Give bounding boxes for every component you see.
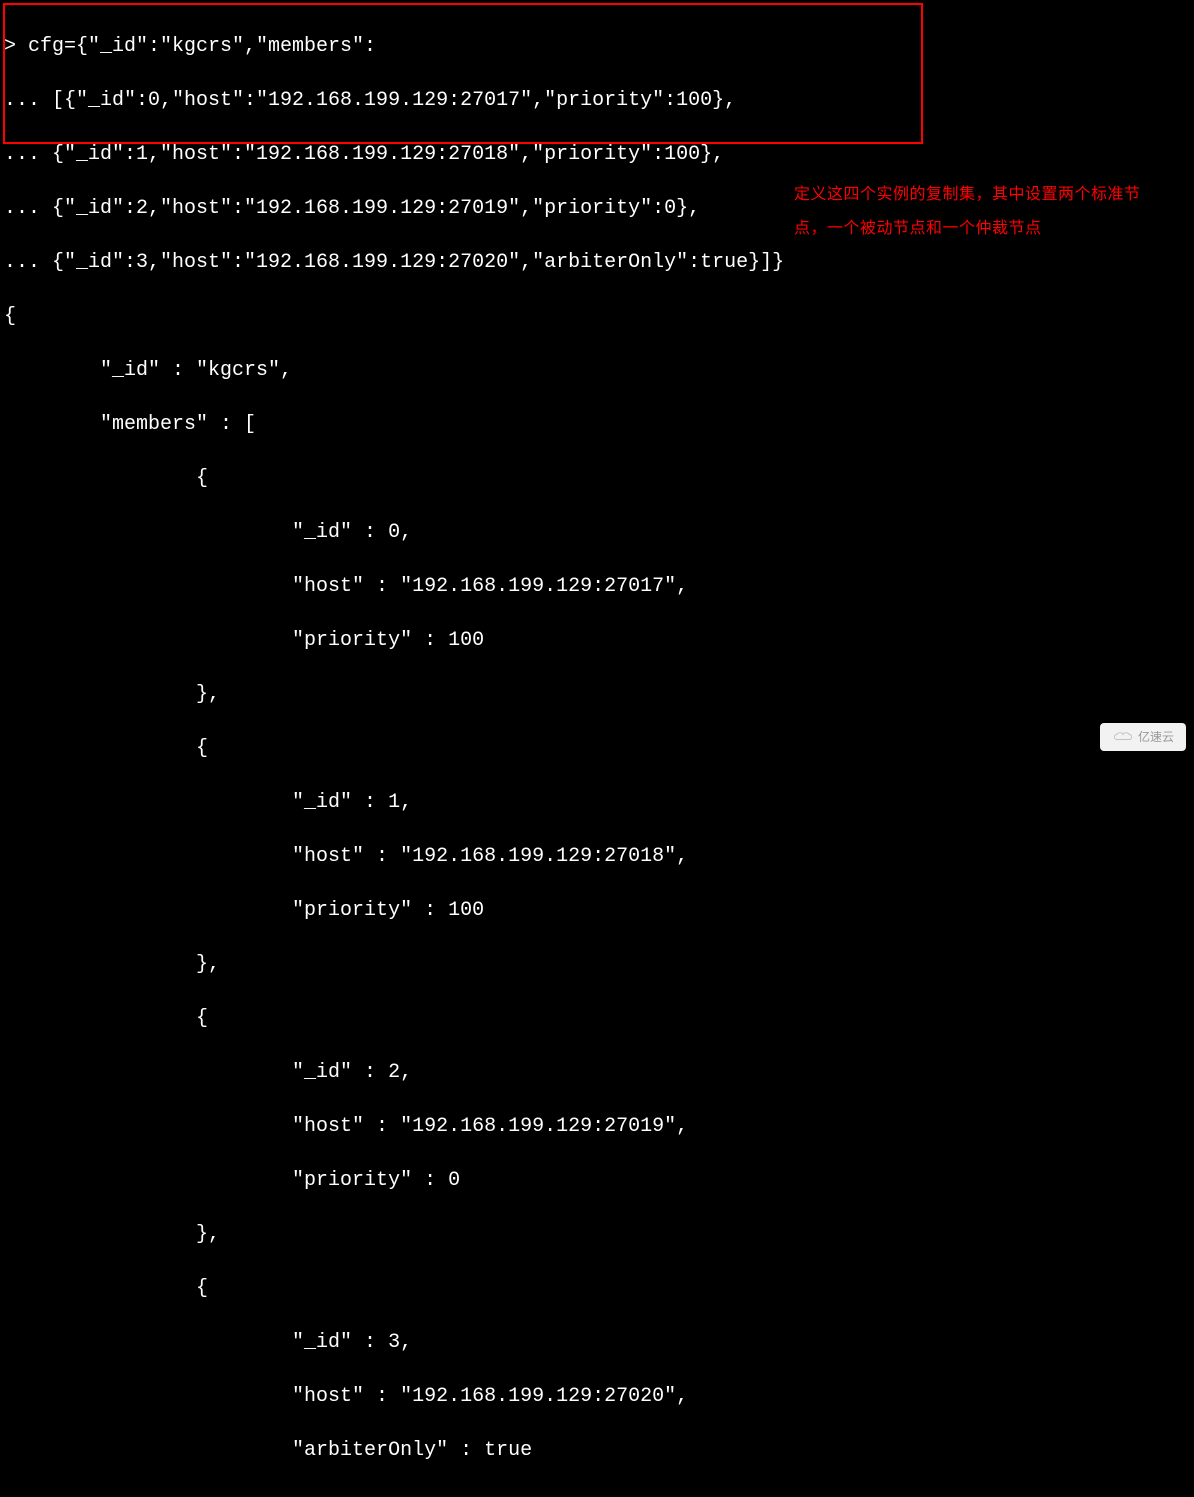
terminal-line: ... {"_id":3,"host":"192.168.199.129:270… — [4, 249, 1190, 276]
terminal-line: }, — [4, 681, 1190, 708]
terminal-line: "host" : "192.168.199.129:27017", — [4, 573, 1190, 600]
terminal-line: "_id" : 0, — [4, 519, 1190, 546]
terminal-line: "priority" : 100 — [4, 627, 1190, 654]
terminal-line: "host" : "192.168.199.129:27020", — [4, 1383, 1190, 1410]
terminal-line: "host" : "192.168.199.129:27018", — [4, 843, 1190, 870]
cloud-icon — [1112, 730, 1134, 744]
annotation-line: 点，一个被动节点和一个仲裁节点 — [794, 220, 1042, 237]
terminal-line: { — [4, 1005, 1190, 1032]
terminal-line: "_id" : "kgcrs", — [4, 357, 1190, 384]
terminal-line: { — [4, 303, 1190, 330]
terminal-line: "host" : "192.168.199.129:27019", — [4, 1113, 1190, 1140]
annotation-text: 定义这四个实例的复制集，其中设置两个标准节 点，一个被动节点和一个仲裁节点 — [794, 178, 1164, 245]
annotation-line: 定义这四个实例的复制集，其中设置两个标准节 — [794, 186, 1141, 203]
terminal-line: { — [4, 735, 1190, 762]
terminal-line: { — [4, 1275, 1190, 1302]
terminal-line: { — [4, 465, 1190, 492]
terminal-line: > cfg={"_id":"kgcrs","members": — [4, 33, 1190, 60]
terminal-line: }, — [4, 1221, 1190, 1248]
terminal-line: "members" : [ — [4, 411, 1190, 438]
terminal-line: "_id" : 2, — [4, 1059, 1190, 1086]
terminal-line: "arbiterOnly" : true — [4, 1437, 1190, 1464]
terminal-line: "priority" : 0 — [4, 1167, 1190, 1194]
terminal-line: "_id" : 1, — [4, 789, 1190, 816]
terminal-line: "priority" : 100 — [4, 897, 1190, 924]
watermark-badge: 亿速云 — [1100, 723, 1186, 751]
watermark-text: 亿速云 — [1138, 729, 1174, 745]
terminal-line: ... {"_id":1,"host":"192.168.199.129:270… — [4, 141, 1190, 168]
terminal-line: "_id" : 3, — [4, 1329, 1190, 1356]
terminal-line: }, — [4, 951, 1190, 978]
terminal-line: ... [{"_id":0,"host":"192.168.199.129:27… — [4, 87, 1190, 114]
